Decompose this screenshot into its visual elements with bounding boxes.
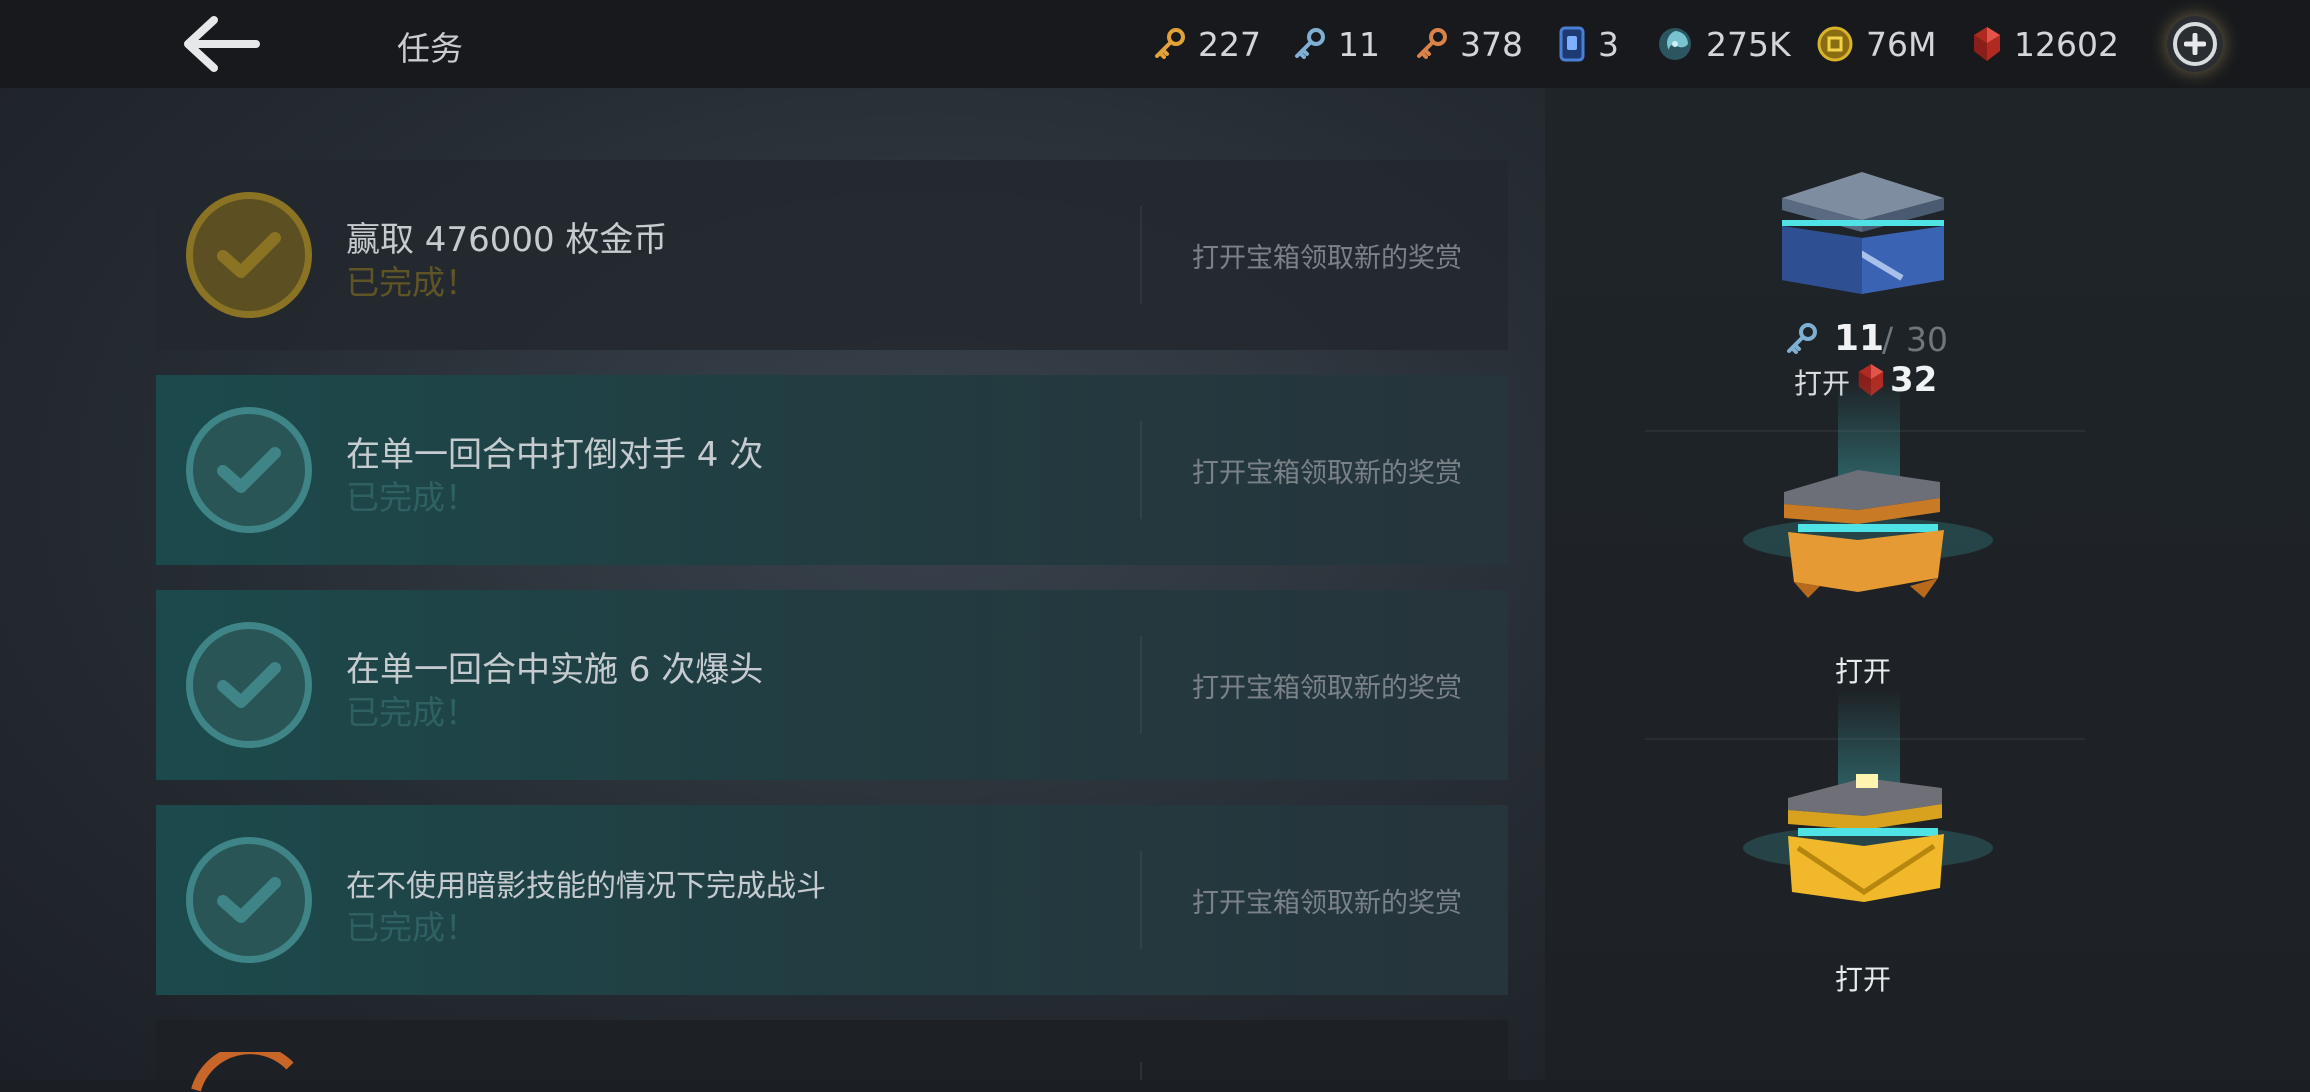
mission-item[interactable]: 在单一回合中实施 6 次爆头 已完成！ 打开宝箱领取新的奖赏	[156, 590, 1508, 780]
mission-reward-hint: 打开宝箱领取新的奖赏	[1192, 458, 1462, 489]
keys-separator: /	[1882, 320, 1894, 359]
energy-swirl-icon	[1659, 28, 1691, 60]
mission-item[interactable]: 在单一回合中打倒对手 4 次 已完成！ 打开宝箱领取新的奖赏	[156, 375, 1508, 565]
mission-title: 在单一回合中实施 6 次爆头	[346, 650, 764, 690]
orange-chest-icon[interactable]	[1738, 460, 1998, 610]
coin-icon	[1817, 26, 1853, 62]
currency-bronze-keys[interactable]: 378	[1414, 22, 1523, 66]
open-chest-label[interactable]: 打开	[1835, 958, 1891, 998]
mission-reward-hint: 打开宝箱领取新的奖赏	[1192, 243, 1462, 274]
currency-value: 3	[1598, 24, 1619, 64]
mission-title: 赢取 476000 枚金币	[346, 220, 668, 260]
blue-chest-icon[interactable]	[1762, 168, 1962, 298]
currency-gems[interactable]: 12602	[1972, 22, 2119, 66]
blue-key-icon	[1787, 323, 1817, 354]
keys-owned: 11	[1834, 318, 1885, 359]
progress-ring-icon	[191, 1052, 294, 1092]
add-currency-button[interactable]	[2167, 16, 2223, 72]
currency-value: 11	[1338, 24, 1380, 64]
currency-gold-keys[interactable]: 227	[1152, 22, 1261, 66]
mission-item[interactable]: 赢取 476000 枚金币 已完成！ 打开宝箱领取新的奖赏	[156, 160, 1508, 350]
currency-value: 378	[1460, 24, 1523, 64]
gold-chest-icon[interactable]	[1738, 768, 1998, 918]
blue-key-icon	[1295, 28, 1325, 59]
mission-item[interactable]: 在不使用暗影技能的情况下完成战斗 已完成！ 打开宝箱领取新的奖赏	[156, 805, 1508, 995]
mission-status: 已完成！	[346, 478, 478, 517]
check-icon	[186, 622, 312, 748]
currency-value: 275K	[1706, 24, 1791, 64]
mission-title: 在不使用暗影技能的情况下完成战斗	[346, 869, 826, 904]
open-chest-label[interactable]: 打开	[1835, 650, 1891, 690]
divider	[1140, 206, 1142, 304]
check-icon	[186, 192, 312, 318]
currency-value: 12602	[2014, 24, 2119, 64]
card-icon	[1559, 26, 1585, 62]
mission-status: 已完成！	[346, 908, 478, 947]
mission-item-partial[interactable]	[156, 1020, 1508, 1092]
mission-status: 已完成！	[346, 263, 478, 302]
back-arrow-icon[interactable]	[182, 14, 262, 74]
ruby-gem-icon	[1974, 27, 2000, 61]
plus-icon	[2173, 22, 2217, 66]
divider	[1140, 1062, 1142, 1080]
mission-title: 在单一回合中打倒对手 4 次	[346, 435, 764, 475]
check-icon	[186, 837, 312, 963]
check-icon	[186, 407, 312, 533]
page-title: 任务	[397, 29, 463, 68]
mission-reward-hint: 打开宝箱领取新的奖赏	[1192, 888, 1462, 919]
keys-required: 30	[1906, 320, 1948, 359]
currency-coins[interactable]: 76M	[1816, 22, 1936, 66]
divider	[1140, 636, 1142, 734]
currency-cards[interactable]: 3	[1558, 22, 1619, 66]
mission-reward-hint: 打开宝箱领取新的奖赏	[1192, 673, 1462, 704]
gold-key-icon	[1155, 28, 1185, 59]
currency-value: 227	[1198, 24, 1261, 64]
bronze-key-icon	[1417, 28, 1447, 59]
mission-status: 已完成！	[346, 693, 478, 732]
divider	[1140, 851, 1142, 949]
top-bar: 任务 227 11 378 3 275K 76M 12602	[0, 0, 2310, 88]
divider	[1140, 421, 1142, 519]
currency-value: 76M	[1866, 24, 1937, 64]
currency-blue-keys[interactable]: 11	[1292, 22, 1380, 66]
currency-energy[interactable]: 275K	[1656, 22, 1791, 66]
